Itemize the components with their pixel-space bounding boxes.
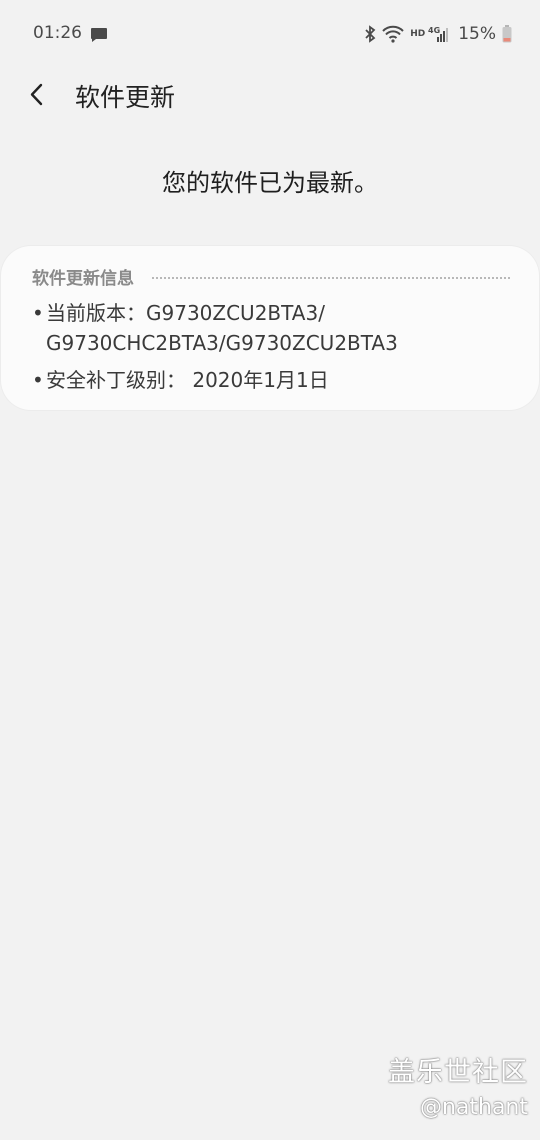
signal-icon: 4G [428,25,449,43]
status-time: 01:26 [33,23,82,43]
section-title: 软件更新信息 [32,269,134,289]
security-patch-text: 安全补丁级别： 2020年1月1日 [46,368,329,392]
bullet: • [32,368,44,392]
back-button[interactable] [22,79,54,111]
software-update-info-card: 软件更新信息 • 当前版本：G9730ZCU2BTA3/ G9730CHC2BTA… [1,246,539,410]
section-header: 软件更新信息 [32,264,510,289]
bluetooth-icon [364,25,376,43]
wifi-icon [382,25,404,43]
status-bar: 01:26 HD 4G 15% [0,0,540,68]
app-bar: 软件更新 [0,68,540,124]
watermark: 盖乐世社区 @nathant [388,1050,528,1120]
current-version-line: • 当前版本：G9730ZCU2BTA3/ [32,297,325,326]
current-version-continued: G9730CHC2BTA3/G9730ZCU2BTA3 [46,331,398,355]
status-icons: HD 4G 15% [364,22,518,46]
hd-label: HD [410,29,426,39]
message-icon [91,28,107,42]
watermark-name: 盖乐世社区 [388,1057,528,1088]
current-version-text: 当前版本：G9730ZCU2BTA3/ [46,301,325,325]
security-patch-line: • 安全补丁级别： 2020年1月1日 [32,364,329,393]
battery-icon [502,25,512,43]
status-message: 您的软件已为最新。 [162,169,378,197]
page-title: 软件更新 [75,83,176,112]
watermark-handle: @nathant [419,1095,528,1120]
chevron-left-icon [30,83,43,106]
section-divider [152,276,510,279]
bullet: • [32,301,44,325]
battery-percent: 15% [458,24,496,44]
signal-type-label: 4G [428,26,440,35]
